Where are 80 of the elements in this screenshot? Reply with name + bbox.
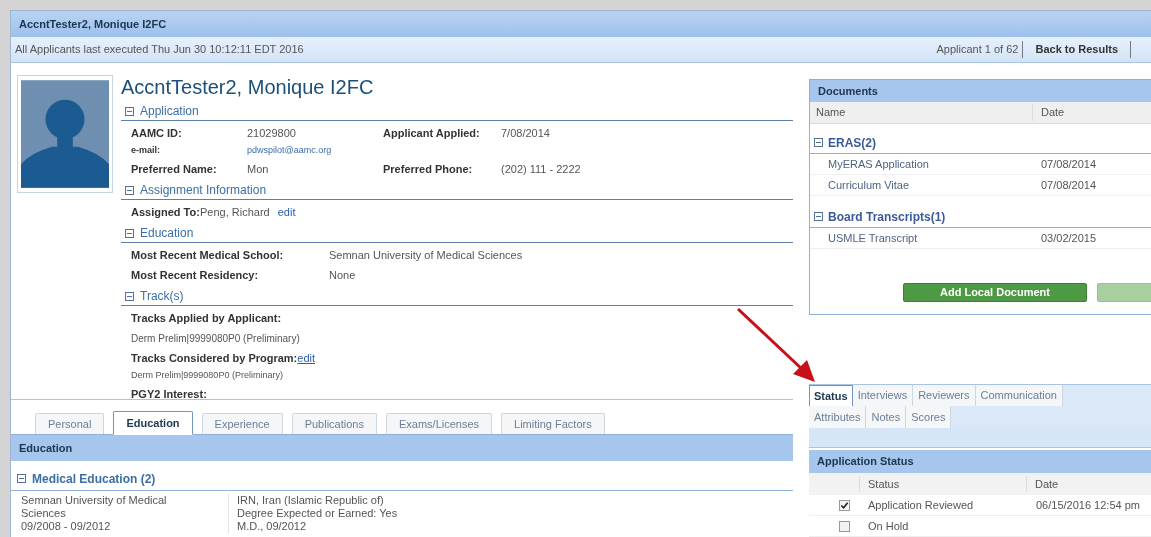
field-label: e-mail: (131, 144, 161, 158)
tab[interactable]: Experience (201, 413, 283, 434)
collapse-icon[interactable] (125, 228, 134, 238)
field-value: 7/08/2014 (501, 125, 550, 141)
document-link[interactable]: USMLE Transcript (810, 229, 1033, 247)
detail-text: Degree Expected or Earned: Yes (237, 507, 398, 520)
section-title: Education (140, 225, 194, 242)
field-value: Semnan University of Medical Sciences (329, 247, 523, 263)
status-text: On Hold (867, 518, 910, 534)
field-label: Preferred Name: (131, 161, 218, 177)
field-label: Assigned To: (131, 204, 200, 220)
section-title: Track(s) (140, 288, 184, 305)
status-text: Application Reviewed (867, 497, 975, 513)
tab[interactable]: Publications (291, 413, 377, 434)
document-date: 03/02/2015 (1040, 230, 1097, 246)
detail-text: IRN, Iran (Islamic Republic of) (237, 494, 385, 507)
column-header: Date (1040, 105, 1066, 121)
tab[interactable]: Personal (35, 413, 105, 434)
field-label: AAMC ID: (131, 125, 183, 141)
checkbox[interactable] (839, 499, 850, 511)
field-value: (202) 111 - 2222 (501, 161, 581, 177)
collapse-icon[interactable] (125, 185, 134, 195)
group-title: Board Transcripts(1) (828, 208, 946, 226)
document-date: 07/08/2014 (1040, 177, 1097, 193)
column-header: Status (859, 475, 1027, 493)
applicant-name: AccntTester2, Monique I2FC (121, 75, 375, 99)
detail-text: M.D., 09/2012 (237, 520, 308, 533)
applicant-position: Applicant 1 of 62 (936, 41, 1024, 58)
collapse-icon[interactable] (814, 212, 823, 221)
field-label: Tracks Applied by Applicant: (131, 310, 282, 326)
add-local-document-button[interactable]: Add Local Document (903, 282, 1087, 302)
group-title: Medical Education (2) (32, 470, 156, 488)
tab[interactable]: Notes (866, 405, 907, 428)
collapse-icon[interactable] (125, 291, 134, 301)
tab[interactable]: Limiting Factors (501, 413, 605, 434)
tab[interactable]: Education (113, 411, 193, 435)
back-to-results-link[interactable]: Back to Results (1023, 41, 1131, 58)
field-value: 21029800 (247, 125, 297, 141)
panel-title: Application Status (817, 454, 914, 470)
tab[interactable]: Attributes (809, 405, 867, 428)
date-range: 09/2008 - 09/2012 (21, 520, 112, 533)
tab[interactable]: Scores (906, 405, 952, 428)
field-label: Tracks Considered by Program: (131, 350, 298, 366)
field-value: Mon (247, 161, 270, 177)
last-executed-text: All Applicants last executed Thu Jun 30 10:12:11 EDT 2016 (15, 42, 304, 58)
section-title: Application (140, 103, 199, 120)
field-label: Preferred Phone: (383, 161, 474, 177)
window-title: AccntTester2, Monique I2FC (19, 16, 167, 32)
document-link[interactable]: Curriculum Vitae (810, 176, 1033, 194)
field-label: Most Recent Medical School: (131, 247, 285, 263)
field-label: Most Recent Residency: (131, 267, 260, 283)
document-link[interactable]: MyERAS Application (810, 155, 1033, 173)
school-name: Semnan University of Medical Sciences (21, 494, 168, 520)
collapse-icon[interactable] (17, 474, 26, 483)
document-date: 07/08/2014 (1040, 156, 1097, 172)
field-label: Applicant Applied: (383, 125, 481, 141)
panel-title: Documents (818, 83, 878, 99)
group-title: ERAS(2) (828, 134, 876, 152)
tab[interactable]: Status (809, 384, 853, 406)
status-date: 06/15/2016 12:54 pm (1035, 497, 1141, 513)
collapse-icon[interactable] (125, 106, 134, 116)
edit-link[interactable]: edit (297, 349, 316, 367)
collapse-icon[interactable] (814, 138, 823, 147)
checkbox[interactable] (839, 520, 850, 532)
panel-title: Education (19, 440, 73, 456)
track-text: Derm Prelim|9999080P0 (Preliminary) (131, 331, 300, 346)
tab[interactable]: Interviews (852, 384, 914, 406)
section-title: Assignment Information (140, 182, 267, 199)
field-label: PGY2 Interest: (131, 386, 207, 402)
edit-link[interactable]: edit (277, 203, 296, 221)
tab[interactable]: Reviewers (913, 384, 976, 406)
field-value: Peng, Richard (200, 204, 270, 220)
tab[interactable]: Communication (975, 384, 1063, 406)
column-header: Name (810, 104, 1033, 121)
email-link[interactable]: pdwspilot@aamc.org (247, 144, 332, 158)
tab[interactable]: Exams/Licenses (385, 413, 493, 434)
column-header: Date (1034, 476, 1060, 492)
track-text: Derm Prelim|9999080P0 (Preliminary) (131, 369, 283, 383)
field-value: None (329, 267, 356, 283)
avatar-icon (17, 75, 113, 193)
